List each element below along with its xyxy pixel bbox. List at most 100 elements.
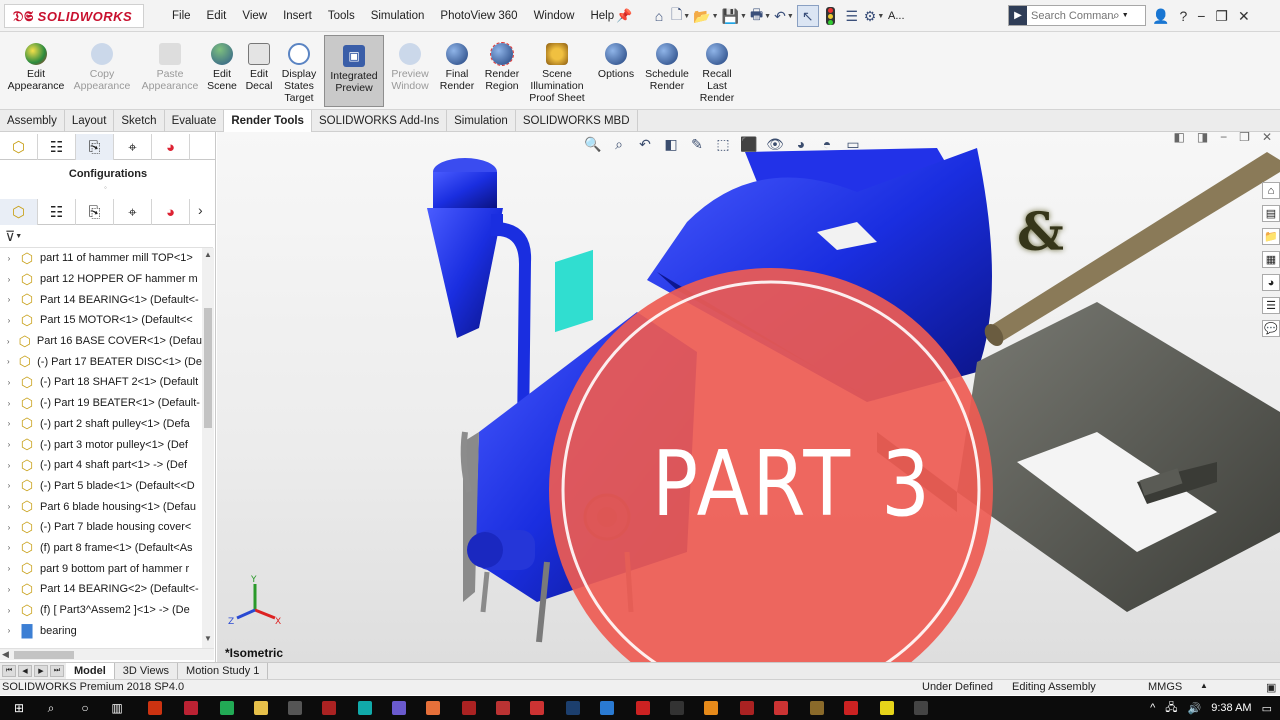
edit-appearance-icon[interactable]: ◕ — [791, 136, 811, 153]
zoom-to-area-icon[interactable]: ⌕ — [609, 136, 629, 153]
integrated-preview-button[interactable]: ▣ Integrated Preview — [324, 35, 384, 107]
menu-photoview[interactable]: PhotoView 360 — [432, 10, 525, 22]
splitter-handle[interactable]: ◦ — [104, 183, 107, 192]
menu-view[interactable]: View — [234, 10, 275, 22]
tree-item[interactable]: › ⬡ Part 16 BASE COVER<1> (Defau — [0, 331, 202, 352]
tab-solidworks-add-ins[interactable]: SOLIDWORKS Add-Ins — [312, 110, 448, 132]
search-commands[interactable]: ▶ ⌕▼ — [1008, 5, 1146, 26]
search-input[interactable] — [1027, 9, 1113, 22]
render-region-button[interactable]: Render Region — [480, 34, 524, 108]
feature-manager-tab-icon[interactable]: ⬡ — [0, 134, 38, 160]
tree-item[interactable]: › ⬡ (-) part 4 shaft part<1> -> (Def — [0, 455, 202, 476]
taskbar-app-icon[interactable] — [286, 699, 304, 717]
design-library-icon[interactable]: ▤ — [1262, 205, 1280, 222]
expand-arrow-icon[interactable]: › — [0, 419, 18, 428]
taskbar-app-icon[interactable] — [912, 699, 930, 717]
taskbar-app-icon[interactable] — [564, 699, 582, 717]
show-hidden-icons-icon[interactable]: ^ — [1150, 702, 1155, 714]
edit-appearance-button[interactable]: Edit Appearance — [4, 34, 68, 108]
edit-scene-button[interactable]: Edit Scene — [204, 34, 240, 108]
custom-properties-icon[interactable]: ☰ — [1262, 297, 1280, 314]
expand-arrow-icon[interactable]: › — [0, 275, 18, 284]
taskbar-app-icon[interactable] — [218, 699, 236, 717]
expand-arrow-icon[interactable]: › — [0, 502, 18, 511]
display-manager-tab-icon[interactable]: ◕ — [152, 199, 190, 225]
network-icon[interactable]: 🖧 — [1165, 699, 1177, 718]
clock[interactable]: 9:38 AM — [1211, 702, 1251, 714]
recall-last-render-button[interactable]: Recall Last Render — [696, 34, 738, 108]
menu-simulation[interactable]: Simulation — [363, 10, 433, 22]
undo-icon[interactable]: ↶ ▼ — [774, 5, 794, 27]
previous-view-icon[interactable]: ↶ — [635, 136, 655, 153]
taskbar-app-icon[interactable] — [460, 699, 478, 717]
file-properties-icon[interactable]: ☰ — [843, 5, 861, 27]
schedule-render-button[interactable]: Schedule Render — [642, 34, 692, 108]
taskbar-app-icon[interactable] — [878, 699, 896, 717]
taskbar-app-icon[interactable] — [702, 699, 720, 717]
tree-item[interactable]: › ⬡ (-) part 3 motor pulley<1> (Def — [0, 434, 202, 455]
tab-layout[interactable]: Layout — [65, 110, 115, 132]
tree-item[interactable]: › ⬡ (-) Part 18 SHAFT 2<1> (Default — [0, 372, 202, 393]
options-gear-icon[interactable]: ⚙ ▼ — [864, 5, 885, 27]
tree-item[interactable]: › ⬡ (-) Part 5 blade<1> (Default<<D — [0, 476, 202, 497]
preview-window-button[interactable]: Preview Window — [388, 34, 432, 108]
taskbar-app-icon[interactable] — [494, 699, 512, 717]
file-explorer-icon[interactable]: 📁 — [1262, 228, 1280, 245]
solidworks-resources-icon[interactable]: ⌂ — [1262, 182, 1280, 199]
taskbar-app-icon[interactable] — [668, 699, 686, 717]
tab-3d-views[interactable]: 3D Views — [115, 662, 179, 680]
display-manager-tab-icon[interactable]: ◕ — [152, 134, 190, 160]
close-icon[interactable]: ✕ — [1262, 132, 1272, 144]
configuration-manager-tab-icon[interactable]: ⎘ — [76, 134, 114, 160]
units-dropdown-icon[interactable]: ▲ — [1200, 681, 1208, 690]
tab-assembly[interactable]: Assembly — [0, 110, 65, 132]
expand-arrow-icon[interactable]: › — [0, 316, 18, 325]
tree-item[interactable]: › ▇ bearing — [0, 620, 202, 641]
last-tab-icon[interactable]: ⏭ — [50, 665, 64, 677]
expand-arrow-icon[interactable]: › — [0, 295, 18, 304]
apply-scene-icon[interactable]: ◓ — [817, 136, 837, 153]
first-tab-icon[interactable]: ⏮ — [2, 665, 16, 677]
tab-motion-study[interactable]: Motion Study 1 — [178, 662, 269, 680]
expand-arrow-icon[interactable]: › — [0, 399, 18, 408]
tree-vertical-scrollbar[interactable]: ▲ ▼ — [202, 248, 214, 648]
feature-manager-tab-icon[interactable]: ⬡ — [0, 199, 38, 225]
tree-item[interactable]: › ⬡ part 9 bottom part of hammer r — [0, 558, 202, 579]
tree-item[interactable]: › ⬡ (f) [ Part3^Assem2 ]<1> -> (De — [0, 600, 202, 621]
dimxpert-tab-icon[interactable]: ⌖ — [114, 199, 152, 225]
minimize-icon[interactable]: − — [1220, 132, 1227, 144]
save-icon[interactable]: 💾 ▼ — [722, 5, 747, 27]
taskbar-app-icon[interactable] — [598, 699, 616, 717]
restore-icon[interactable]: ❐ — [1239, 132, 1250, 144]
copy-appearance-button[interactable]: Copy Appearance — [70, 34, 134, 108]
property-manager-tab-icon[interactable]: ☷ — [38, 199, 76, 225]
close-icon[interactable]: ✕ — [1238, 8, 1250, 25]
expand-arrow-icon[interactable]: › — [0, 481, 18, 490]
display-states-target-button[interactable]: Display States Target — [278, 34, 320, 108]
display-style-icon[interactable]: ⬛ — [739, 136, 759, 153]
tab-model[interactable]: Model — [66, 662, 115, 680]
view-settings-icon[interactable]: ▭ — [843, 136, 863, 153]
forum-icon[interactable]: 💬 — [1262, 320, 1280, 337]
tree-horizontal-scrollbar[interactable]: ◀ — [0, 648, 214, 660]
rebuild-traffic-light-icon[interactable] — [822, 5, 840, 27]
taskbar-app-icon[interactable] — [772, 699, 790, 717]
menu-tools[interactable]: Tools — [320, 10, 363, 22]
scroll-thumb[interactable] — [14, 651, 74, 659]
section-view-icon[interactable]: ◧ — [661, 136, 681, 153]
expand-arrow-icon[interactable]: › — [0, 440, 18, 449]
expand-arrow-icon[interactable]: › — [0, 564, 18, 573]
hide-show-items-icon[interactable]: 👁 — [765, 136, 785, 153]
taskbar-app-icon[interactable] — [146, 699, 164, 717]
tab-solidworks-mbd[interactable]: SOLIDWORKS MBD — [516, 110, 638, 132]
tab-sketch[interactable]: Sketch — [114, 110, 165, 132]
menu-window[interactable]: Window — [526, 10, 583, 22]
unit-system[interactable]: MMGS — [1148, 681, 1182, 693]
scroll-left-icon[interactable]: ◀ — [2, 649, 9, 660]
expand-arrow-icon[interactable]: › — [0, 461, 18, 470]
taskbar-app-icon[interactable] — [390, 699, 408, 717]
tree-item[interactable]: › ⬡ (f) part 8 frame<1> (Default<As — [0, 538, 202, 559]
taskbar-app-icon[interactable] — [356, 699, 374, 717]
solidworks-logo[interactable]: 𝔇𝕾 SOLIDWORKS — [4, 4, 144, 28]
scroll-down-icon[interactable]: ▼ — [202, 634, 214, 646]
